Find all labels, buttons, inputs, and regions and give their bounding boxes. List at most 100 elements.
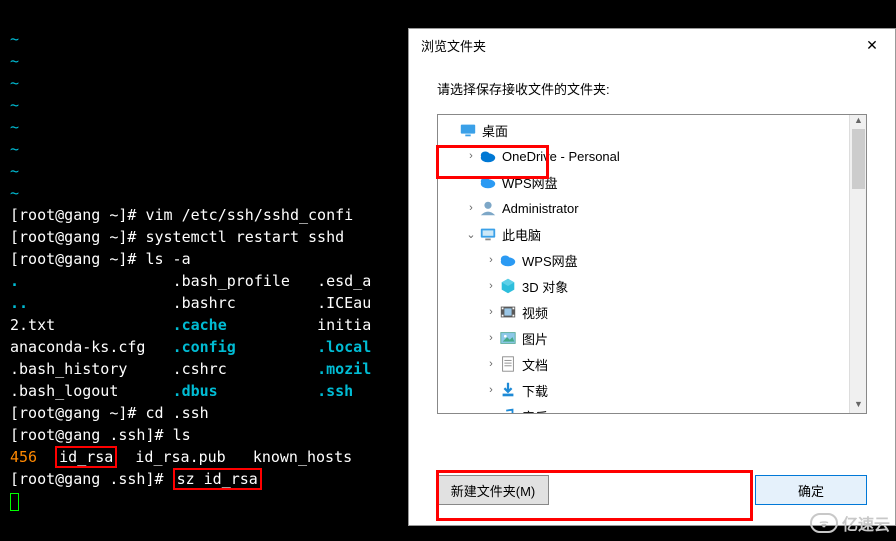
new-folder-label: 新建文件夹(M) <box>451 481 536 500</box>
tree-label: 图片 <box>522 329 548 348</box>
cursor <box>10 493 19 511</box>
ls-local: .local <box>317 338 371 356</box>
expand-arrow-icon[interactable]: › <box>484 332 498 344</box>
file-id-rsa: id_rsa <box>55 446 117 468</box>
cmd-l7: cd .ssh <box>145 404 208 422</box>
expand-arrow-icon[interactable]: › <box>464 150 478 162</box>
ls-cshrc: .cshrc <box>173 360 227 378</box>
tree-label: 下载 <box>522 381 548 400</box>
prompt-l1: [root@gang ~]# <box>10 206 145 224</box>
dialog-title: 浏览文件夹 <box>421 36 486 55</box>
ls-dotdot: .. <box>10 294 28 312</box>
browse-folder-dialog: 浏览文件夹 ✕ 请选择保存接收文件的文件夹: 桌面 › OneDrive - Per… <box>408 28 896 526</box>
tree-item-pc[interactable]: ⌄ 此电脑 <box>438 221 849 247</box>
cmd-l8: ls <box>173 426 191 444</box>
expand-arrow-icon[interactable]: › <box>464 202 478 214</box>
ls-config: .config <box>173 338 236 356</box>
tree-label: 3D 对象 <box>522 277 568 296</box>
expand-arrow-icon[interactable]: › <box>484 384 498 396</box>
tree-item-desktop[interactable]: 桌面 <box>438 117 849 143</box>
titlebar[interactable]: 浏览文件夹 ✕ <box>409 29 895 61</box>
instruction-text: 请选择保存接收文件的文件夹: <box>409 61 895 110</box>
download-icon <box>498 380 518 400</box>
wps-icon <box>498 250 518 270</box>
tree-label: WPS网盘 <box>522 251 578 270</box>
scroll-up-icon[interactable]: ▲ <box>850 115 867 129</box>
tree-label: 桌面 <box>482 121 508 140</box>
cmd-l2: systemctl restart sshd <box>145 228 344 246</box>
picture-icon <box>498 328 518 348</box>
video-icon <box>498 302 518 322</box>
expand-arrow-icon[interactable]: ⌄ <box>464 228 478 241</box>
onedrive-icon <box>478 146 498 166</box>
wps-icon <box>478 172 498 192</box>
close-button[interactable]: ✕ <box>849 29 895 61</box>
scroll-thumb[interactable] <box>852 129 865 189</box>
tree-item-onedrive[interactable]: › OneDrive - Personal <box>438 143 849 169</box>
ls-cache: .cache <box>173 316 227 334</box>
expand-arrow-icon[interactable]: › <box>484 358 498 370</box>
tree-label: 文档 <box>522 355 548 374</box>
ls-ssh: .ssh <box>317 382 353 400</box>
prompt-l7: [root@gang ~]# <box>10 404 145 422</box>
ls-bash-profile: .bash_profile <box>173 272 290 290</box>
prompt-l10: [root@gang .ssh]# <box>10 470 173 488</box>
new-folder-button[interactable]: 新建文件夹(M) <box>437 475 549 505</box>
watermark-icon: ᯤ <box>810 513 838 533</box>
ls-2txt: 2.txt <box>10 316 55 334</box>
ls-esd: .esd_a <box>317 272 371 290</box>
expand-arrow-icon[interactable]: › <box>484 410 498 414</box>
tree-item-doc[interactable]: › 文档 <box>438 351 849 377</box>
tree-item-download[interactable]: › 下载 <box>438 377 849 403</box>
tree-label: 此电脑 <box>502 225 541 244</box>
watermark-text: 亿速云 <box>842 511 890 535</box>
expand-arrow-icon[interactable]: › <box>484 280 498 292</box>
cmd-l1: vim /etc/ssh/sshd_confi <box>145 206 353 224</box>
ok-label: 确定 <box>798 481 824 500</box>
ls-initia: initia <box>317 316 371 334</box>
tree-item-music[interactable]: › 音乐 <box>438 403 849 414</box>
tree-label: 视频 <box>522 303 548 322</box>
tree-label: WPS网盘 <box>502 173 558 192</box>
music-icon <box>498 406 518 414</box>
file-known-hosts: known_hosts <box>253 448 352 466</box>
tree-label: 音乐 <box>522 407 548 415</box>
close-icon: ✕ <box>866 37 878 54</box>
tree-item-video[interactable]: › 视频 <box>438 299 849 325</box>
prompt-l3: [root@gang ~]# <box>10 250 145 268</box>
expand-arrow-icon[interactable]: › <box>484 306 498 318</box>
watermark: ᯤ 亿速云 <box>810 511 890 535</box>
ls-bash-logout: .bash_logout <box>10 382 118 400</box>
tree-item-picture[interactable]: › 图片 <box>438 325 849 351</box>
cmd-sz: sz id_rsa <box>173 468 262 490</box>
ls-bashrc: .bashrc <box>173 294 236 312</box>
tree-item-3d[interactable]: › 3D 对象 <box>438 273 849 299</box>
folder-tree[interactable]: 桌面 › OneDrive - Personal WPS网盘 › Administrato… <box>437 114 867 414</box>
tree-item-wps[interactable]: › WPS网盘 <box>438 247 849 273</box>
3d-icon <box>498 276 518 296</box>
ls-anaconda: anaconda-ks.cfg <box>10 338 145 356</box>
tree-item-wps[interactable]: WPS网盘 <box>438 169 849 195</box>
tree-label: OneDrive - Personal <box>502 149 620 164</box>
scroll-down-icon[interactable]: ▼ <box>850 399 867 413</box>
ls-dbus: .dbus <box>173 382 218 400</box>
desktop-icon <box>458 120 478 140</box>
tree-scrollbar[interactable]: ▲ ▼ <box>849 115 866 413</box>
ls-ice: .ICEau <box>317 294 371 312</box>
cmd-l3: ls -a <box>145 250 190 268</box>
tree-item-user[interactable]: › Administrator <box>438 195 849 221</box>
user-icon <box>478 198 498 218</box>
ok-button[interactable]: 确定 <box>755 475 867 505</box>
prompt-l8: [root@gang .ssh]# <box>10 426 173 444</box>
ls-num: 456 <box>10 448 37 466</box>
ls-dot: . <box>10 272 19 290</box>
expand-arrow-icon[interactable]: › <box>484 254 498 266</box>
pc-icon <box>478 224 498 244</box>
file-id-rsa-pub: id_rsa.pub <box>135 448 225 466</box>
button-row: 新建文件夹(M) 确定 <box>437 475 867 505</box>
tree-label: Administrator <box>502 201 579 216</box>
prompt-l2: [root@gang ~]# <box>10 228 145 246</box>
ls-bash-history: .bash_history <box>10 360 127 378</box>
ls-mozil: .mozil <box>317 360 371 378</box>
doc-icon <box>498 354 518 374</box>
